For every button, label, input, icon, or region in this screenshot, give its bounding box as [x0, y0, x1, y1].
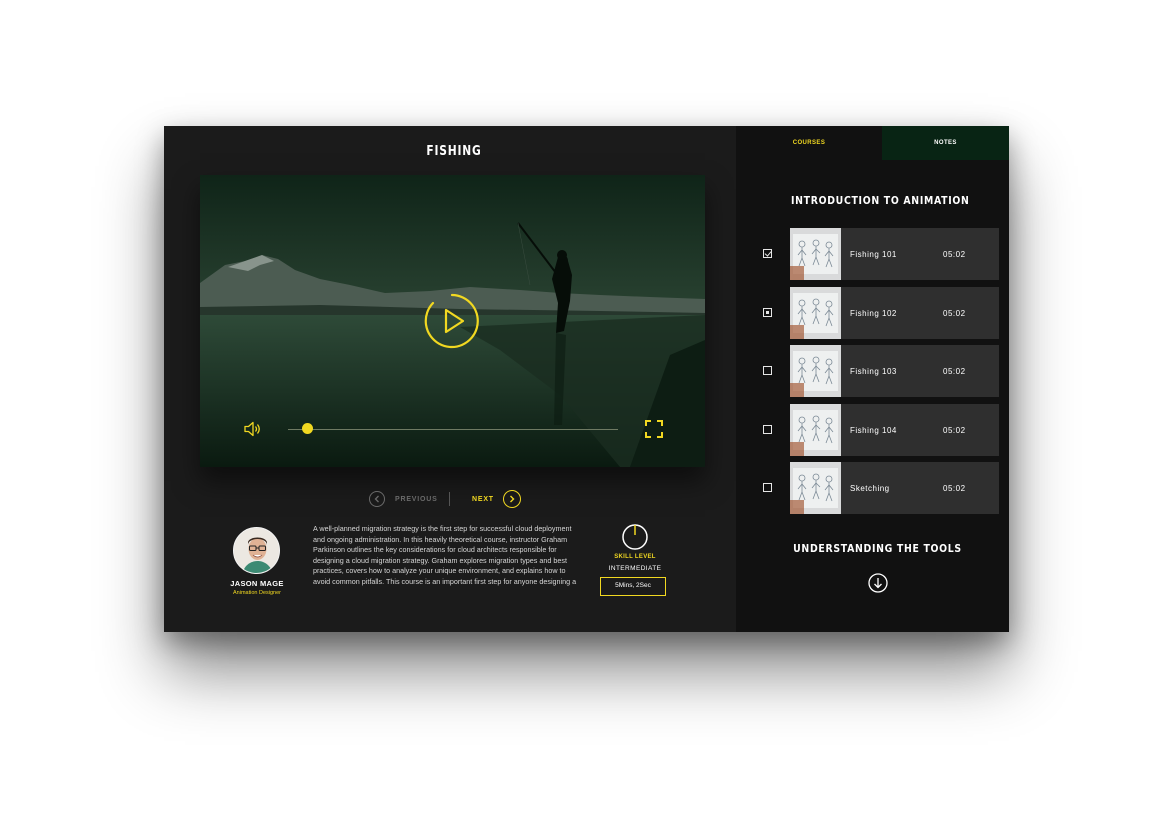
- volume-icon[interactable]: [244, 421, 262, 437]
- lesson-thumbnail: [790, 228, 841, 280]
- skill-level-label: SKILL LEVEL: [614, 554, 656, 560]
- video-player[interactable]: [200, 175, 705, 467]
- tab-notes[interactable]: NOTES: [882, 126, 1009, 160]
- lesson-checkbox[interactable]: [763, 366, 772, 375]
- lesson-card[interactable]: Fishing 102 05:02: [790, 287, 999, 339]
- lesson-checkbox[interactable]: [763, 425, 772, 434]
- app-window: FISHING PREVIOUS NEXT JASON MAGE Animati…: [164, 126, 1009, 632]
- lesson-time: 05:02: [943, 250, 966, 259]
- tab-courses[interactable]: COURSES: [736, 126, 882, 160]
- video-title: FISHING: [426, 144, 482, 159]
- lesson-time: 05:02: [943, 426, 966, 435]
- lesson-title: Fishing 101: [850, 250, 897, 259]
- lesson-time: 05:02: [943, 367, 966, 376]
- lesson-checkbox[interactable]: [763, 483, 772, 492]
- lesson-title: Sketching: [850, 484, 890, 493]
- course-description: A well-planned migration strategy is the…: [313, 524, 577, 586]
- lesson-title: Fishing 102: [850, 309, 897, 318]
- lesson-card[interactable]: Sketching 05:02: [790, 462, 999, 514]
- lesson-card[interactable]: Fishing 103 05:02: [790, 345, 999, 397]
- next-label: NEXT: [472, 495, 494, 503]
- lesson-thumbnail: [790, 287, 841, 339]
- lesson-card[interactable]: Fishing 101 05:02: [790, 228, 999, 280]
- avatar: [233, 527, 280, 574]
- arrow-down-icon[interactable]: [868, 573, 888, 593]
- play-icon[interactable]: [424, 293, 480, 349]
- player-controls: [200, 417, 705, 441]
- lesson-title: Fishing 104: [850, 426, 897, 435]
- duration-badge: 5Mins, 2Sec: [600, 577, 666, 596]
- lesson-row: Fishing 102 05:02: [736, 287, 1009, 339]
- lesson-thumbnail: [790, 345, 841, 397]
- progress-knob[interactable]: [302, 423, 314, 434]
- next-button[interactable]: NEXT: [472, 489, 521, 509]
- chevron-left-icon: [369, 491, 385, 507]
- lesson-card[interactable]: Fishing 104 05:02: [790, 404, 999, 456]
- progress-track[interactable]: [288, 429, 618, 430]
- main-panel: FISHING PREVIOUS NEXT JASON MAGE Animati…: [164, 126, 736, 632]
- next-section-title: UNDERSTANDING THE TOOLS: [793, 542, 962, 555]
- lesson-row: Fishing 104 05:02: [736, 404, 1009, 456]
- skill-level-value: INTERMEDIATE: [608, 565, 662, 572]
- lesson-row: Fishing 101 05:02: [736, 228, 1009, 280]
- lesson-time: 05:02: [943, 484, 966, 493]
- fullscreen-icon[interactable]: [645, 420, 663, 438]
- skill-level-icon: [622, 524, 648, 550]
- course-sidebar: COURSES NOTES INTRODUCTION TO ANIMATION …: [736, 126, 1009, 632]
- nav-divider: [449, 492, 450, 506]
- lesson-row: Sketching 05:02: [736, 462, 1009, 514]
- lesson-thumbnail: [790, 462, 841, 514]
- lesson-time: 05:02: [943, 309, 966, 318]
- lesson-checkbox[interactable]: [763, 249, 772, 258]
- author-role: Animation Designer: [233, 590, 281, 596]
- lesson-thumbnail: [790, 404, 841, 456]
- chevron-right-icon: [502, 490, 521, 508]
- section-title: INTRODUCTION TO ANIMATION: [791, 194, 970, 207]
- lesson-row: Fishing 103 05:02: [736, 345, 1009, 397]
- author-name: JASON MAGE: [230, 579, 284, 588]
- previous-button[interactable]: PREVIOUS: [369, 489, 438, 509]
- lesson-title: Fishing 103: [850, 367, 897, 376]
- lesson-navigation: PREVIOUS NEXT: [369, 489, 529, 509]
- lesson-checkbox[interactable]: [763, 308, 772, 317]
- previous-label: PREVIOUS: [395, 495, 438, 503]
